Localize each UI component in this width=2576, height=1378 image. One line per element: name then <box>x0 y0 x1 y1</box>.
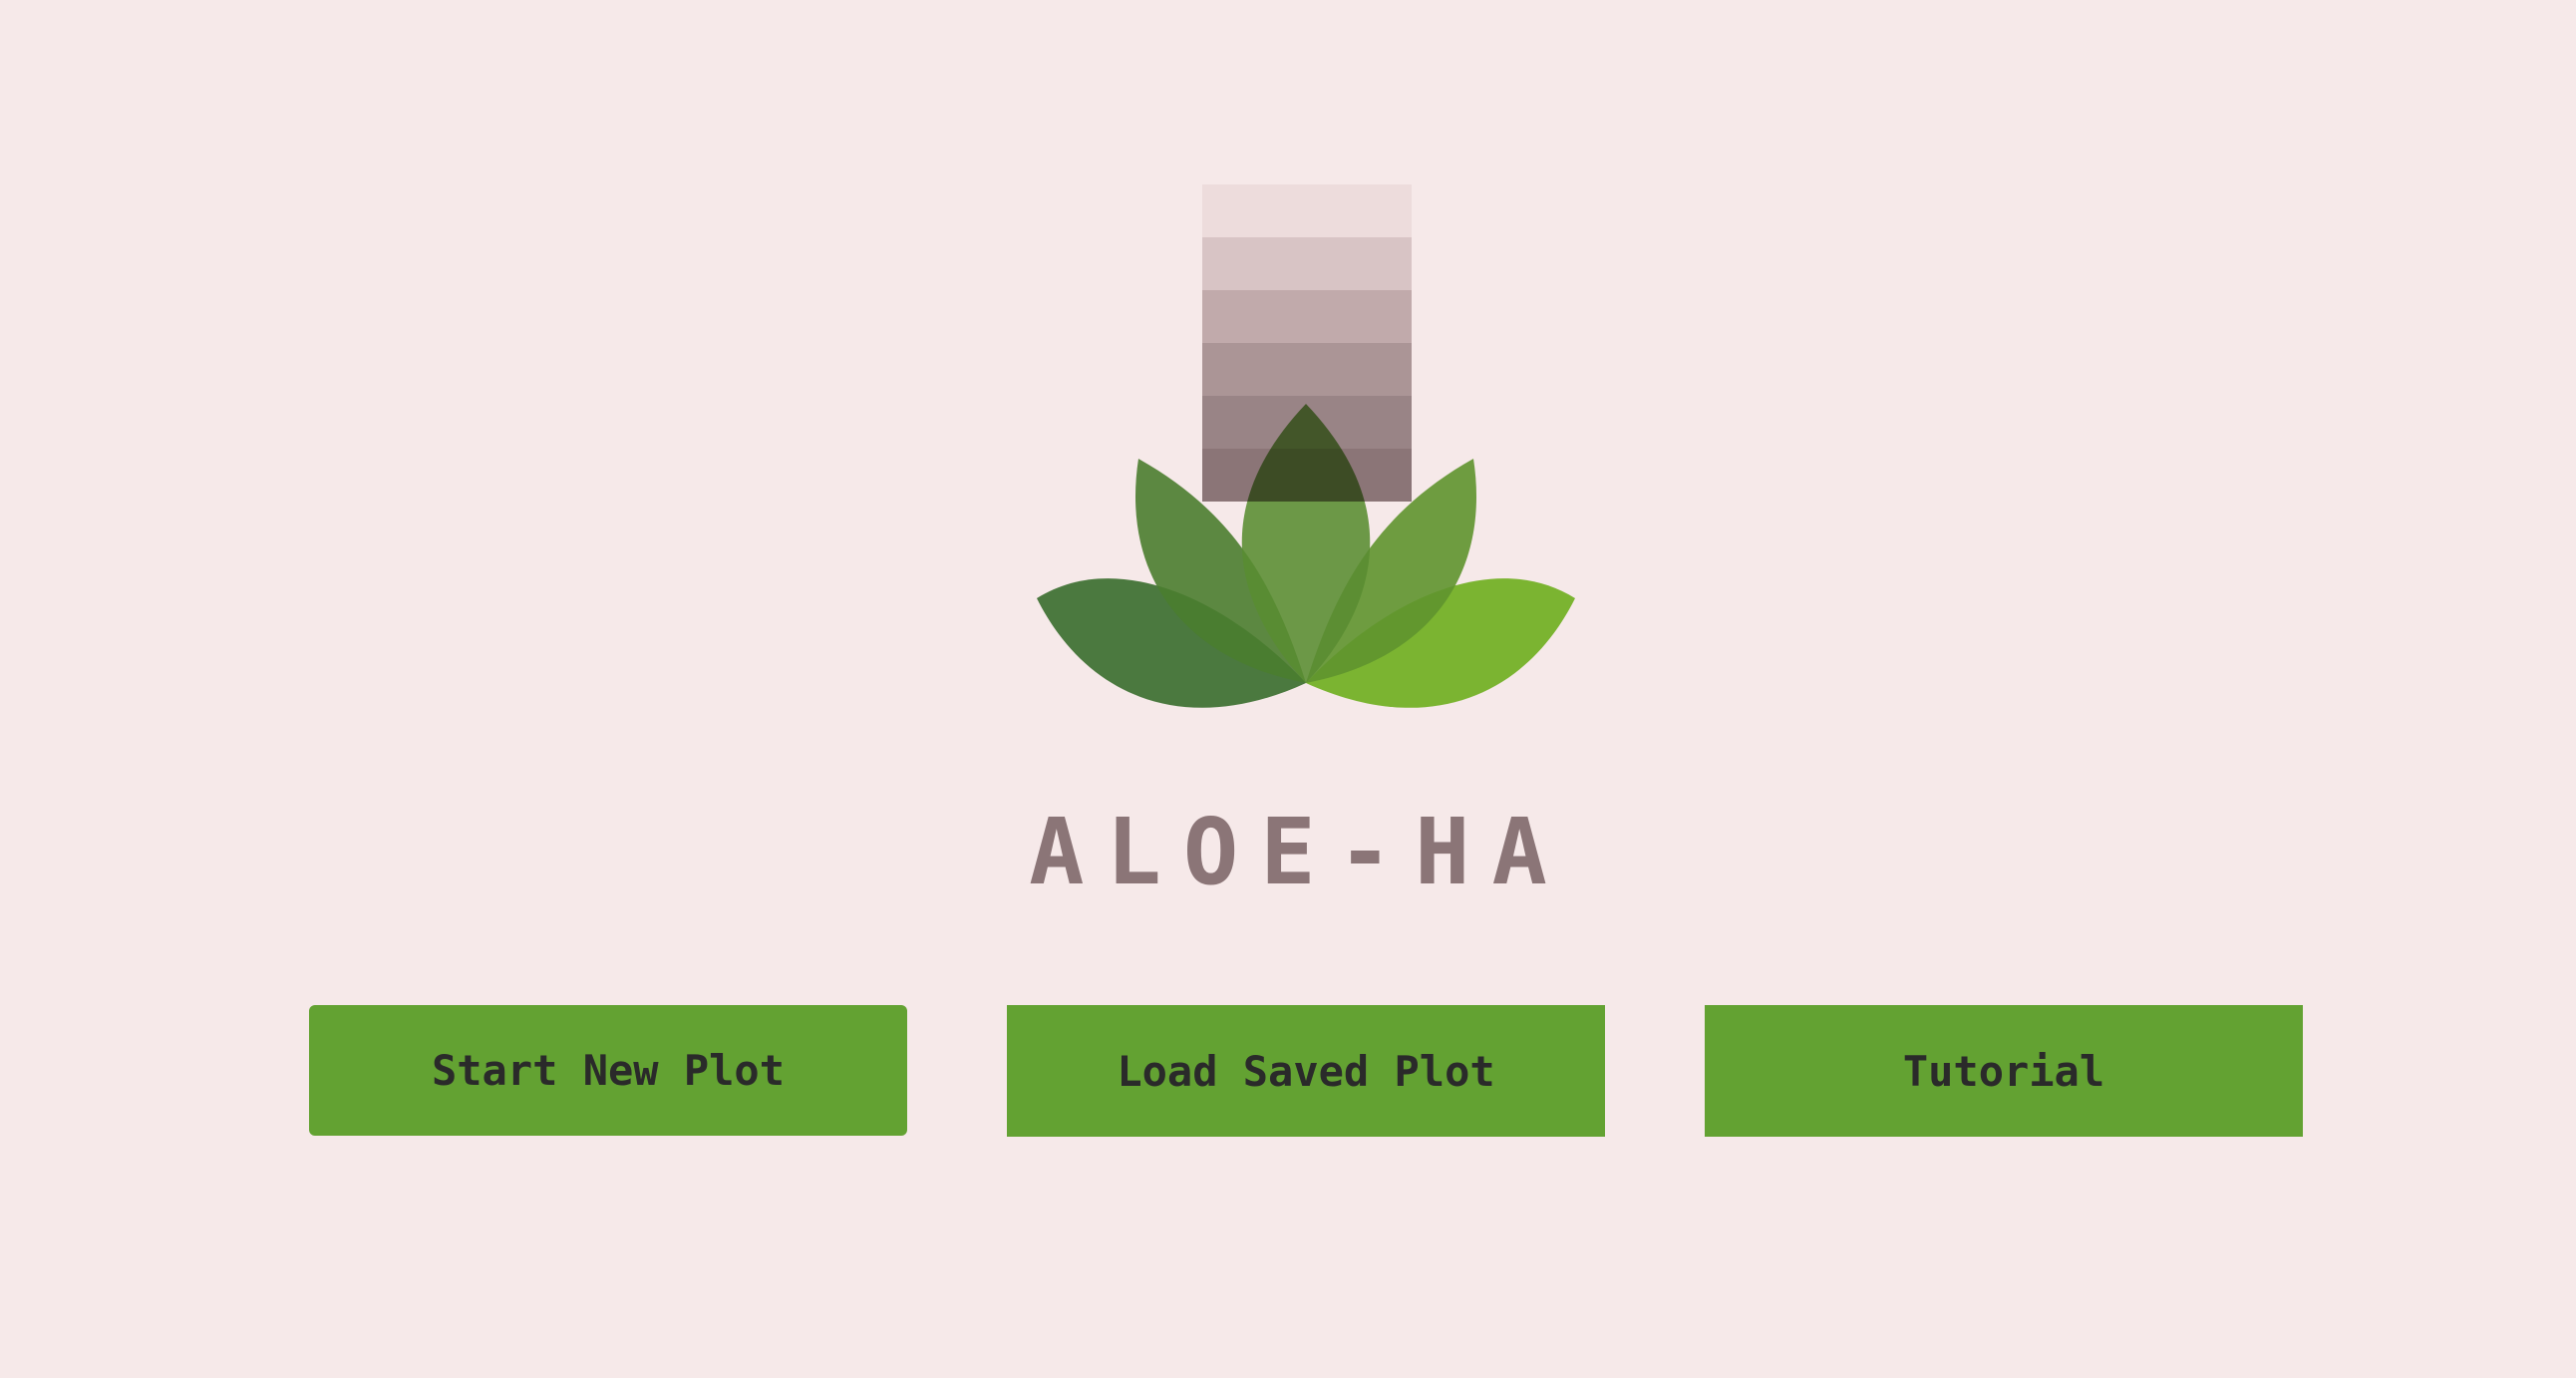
tutorial-button[interactable]: Tutorial <box>1705 1005 2303 1137</box>
app-title: ALOE-HA <box>1029 799 1569 905</box>
start-new-plot-button[interactable]: Start New Plot <box>309 1005 907 1136</box>
aloe-logo-icon <box>1027 170 1585 738</box>
leaves-icon <box>1037 404 1575 708</box>
load-saved-plot-button[interactable]: Load Saved Plot <box>1007 1005 1605 1137</box>
